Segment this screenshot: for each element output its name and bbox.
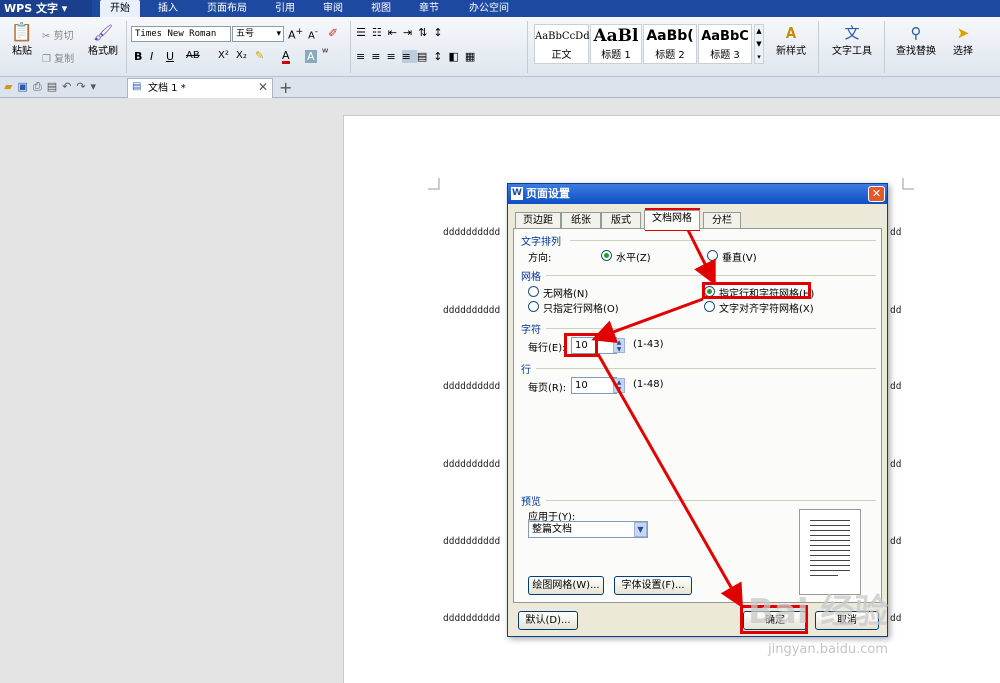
watermark-url: jingyan.baidu.com	[768, 642, 888, 657]
annotation-arrows	[591, 229, 743, 609]
arrow-2	[591, 297, 704, 344]
tab-document-grid[interactable]: 文档网格	[644, 210, 700, 230]
arrow-1	[686, 229, 716, 286]
arrow-3	[596, 353, 743, 609]
watermark-logo: Bai 经验	[748, 592, 889, 632]
